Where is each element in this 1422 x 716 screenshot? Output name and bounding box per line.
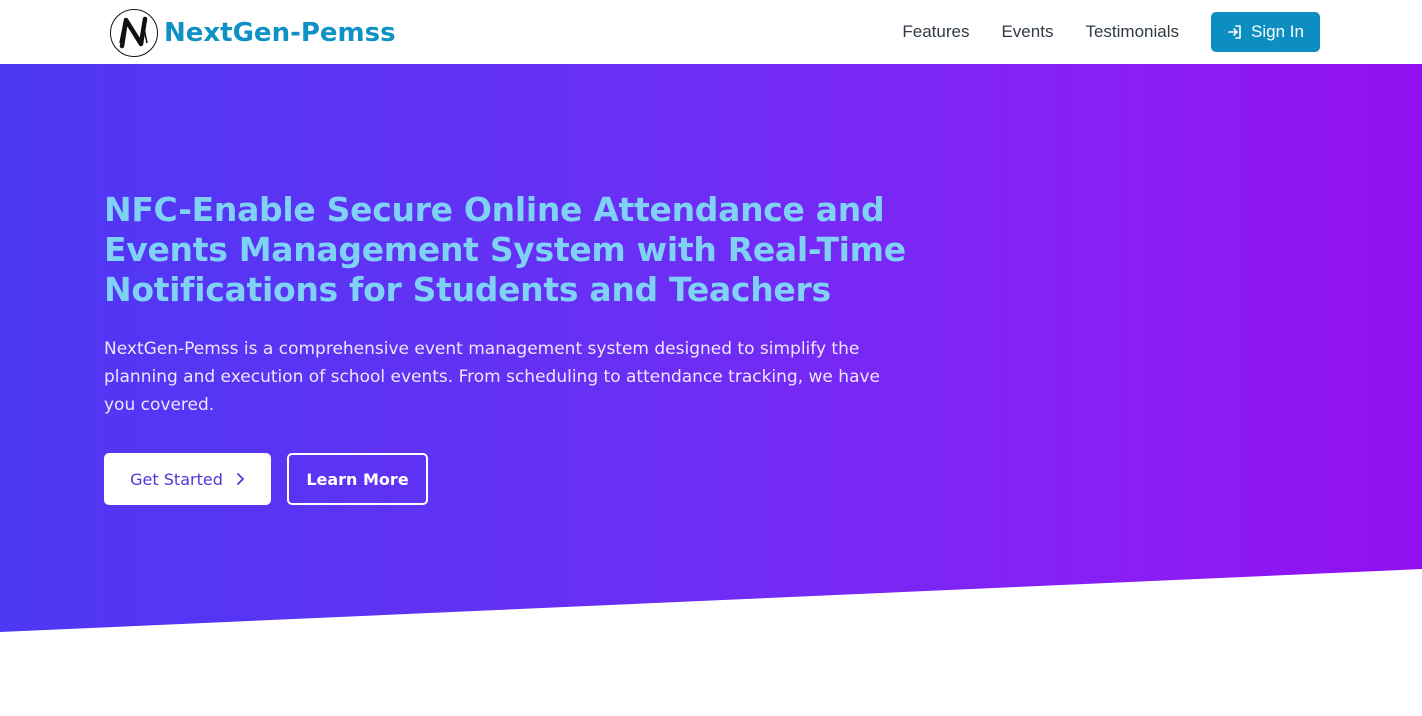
- nav-link-testimonials[interactable]: Testimonials: [1085, 22, 1179, 42]
- sign-in-icon: [1228, 25, 1241, 39]
- navbar: NextGen-Pemss Features Events Testimonia…: [0, 0, 1422, 64]
- nfc-n-logo-icon: [110, 9, 158, 57]
- learn-more-label: Learn More: [306, 469, 409, 489]
- brand-home-link[interactable]: NextGen-Pemss: [110, 9, 396, 57]
- hero-title: NFC-Enable Secure Online Attendance and …: [104, 190, 906, 309]
- get-started-button[interactable]: Get Started: [104, 453, 271, 505]
- hero-actions: Get Started Learn More: [104, 453, 924, 505]
- hero-description: NextGen-Pemss is a comprehensive event m…: [104, 339, 881, 415]
- nav-links: Features Events Testimonials Sign In: [902, 0, 1320, 64]
- hero-section: NFC-Enable Secure Online Attendance and …: [0, 64, 1422, 632]
- get-started-label: Get Started: [130, 469, 223, 489]
- sign-in-label: Sign In: [1251, 22, 1304, 41]
- brand-name: NextGen-Pemss: [164, 18, 396, 48]
- nav-link-features[interactable]: Features: [902, 22, 969, 42]
- sign-in-button[interactable]: Sign In: [1211, 12, 1320, 52]
- learn-more-button[interactable]: Learn More: [287, 453, 428, 505]
- chevron-right-icon: [236, 473, 244, 485]
- hero-content: NFC-Enable Secure Online Attendance and …: [104, 190, 924, 505]
- nav-link-events[interactable]: Events: [1001, 22, 1053, 42]
